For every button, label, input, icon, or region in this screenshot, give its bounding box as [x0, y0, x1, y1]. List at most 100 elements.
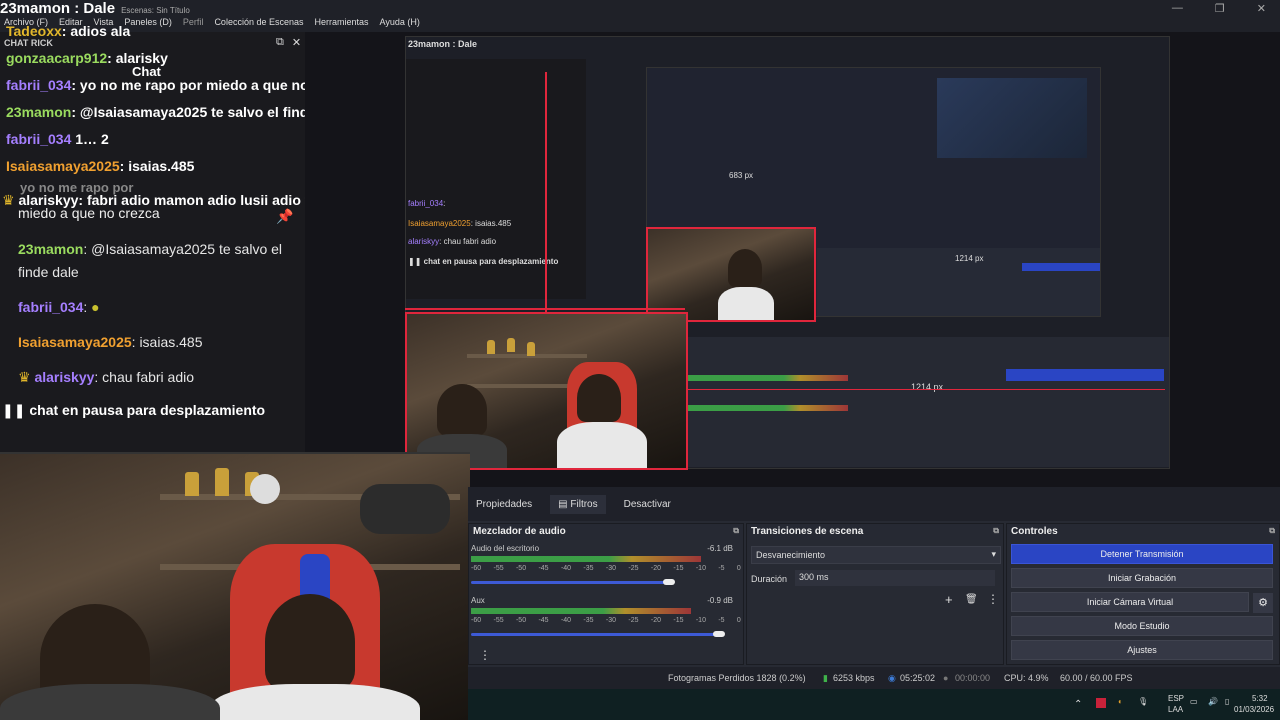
- chevron-down-icon: ▾: [991, 549, 996, 559]
- filters-button[interactable]: ▤ Filtros: [550, 494, 606, 514]
- crown-icon: ♛: [18, 369, 31, 385]
- language-bottom[interactable]: LAA: [1168, 705, 1183, 714]
- guide-line: [685, 389, 1165, 390]
- guide-line: [545, 72, 547, 312]
- audio-meter: [471, 608, 691, 614]
- channel-name: Aux: [471, 596, 485, 605]
- trophy: [487, 340, 495, 354]
- person-shirt: [557, 422, 647, 468]
- obs-docks: Propiedades ▤ Filtros Desactivar Mezclad…: [468, 487, 1280, 667]
- person-head: [728, 249, 762, 287]
- person-head: [577, 374, 621, 422]
- dock-float-icon[interactable]: ⧉: [733, 526, 739, 536]
- person-shirt: [0, 684, 220, 720]
- language-top[interactable]: ESP: [1168, 694, 1184, 703]
- duration-input[interactable]: 300 ms: [795, 570, 995, 586]
- channel-level: -6.1 dB: [707, 544, 733, 553]
- chat-ghost-label: Chat: [132, 64, 161, 79]
- start-virtual-camera-button[interactable]: Iniciar Cámara Virtual: [1011, 592, 1249, 612]
- add-transition-icon[interactable]: +: [945, 592, 953, 607]
- trophy: [507, 338, 515, 352]
- start-recording-button[interactable]: Iniciar Grabación: [1011, 568, 1273, 588]
- person-head: [265, 594, 355, 690]
- transitions-title: Transiciones de escena: [751, 526, 864, 537]
- monitor-icon[interactable]: ▭: [1190, 697, 1198, 706]
- volume-knob[interactable]: [713, 631, 725, 637]
- volume-icon[interactable]: 🔊: [1208, 697, 1218, 706]
- window-controls: — ❐ ✕: [1172, 2, 1266, 15]
- tray-icon[interactable]: ◐: [1118, 697, 1123, 706]
- nested-size-label: 1214 px: [955, 254, 984, 263]
- volume-knob[interactable]: [663, 579, 675, 585]
- minimize-icon[interactable]: —: [1172, 2, 1183, 15]
- gear-icon[interactable]: ⚙: [1253, 593, 1273, 613]
- app-tray-icon[interactable]: [1096, 698, 1106, 708]
- properties-button[interactable]: Propiedades: [468, 495, 540, 514]
- fps: 60.00 / 60.00 FPS: [1060, 673, 1133, 683]
- meter-scale: -60 -55 -50 -45 -40 -35 -30 -25 -20 -15 -10 -5 0: [471, 565, 741, 572]
- nested-meter: [688, 375, 848, 381]
- crown-icon: ♛: [2, 192, 15, 208]
- bitrate: 6253 kbps: [833, 673, 875, 683]
- signal-icon: ▮: [823, 673, 828, 683]
- trophy: [215, 468, 229, 496]
- settings-button[interactable]: Ajustes: [1011, 640, 1273, 660]
- trash-icon[interactable]: 🗑: [965, 594, 978, 605]
- dock-float-icon[interactable]: ⧉: [993, 526, 999, 536]
- studio-mode-button[interactable]: Modo Estudio: [1011, 616, 1273, 636]
- webcam-feed: [0, 452, 470, 720]
- stream-time: 05:25:02: [900, 673, 936, 683]
- clock-time[interactable]: 5:32: [1252, 694, 1268, 703]
- maximize-icon[interactable]: ❐: [1215, 2, 1225, 15]
- volume-slider[interactable]: [471, 633, 721, 636]
- chat-message: 23mamon: @Isaiasamaya2025 te salvo el fi…: [18, 241, 283, 280]
- stream-icon: ◉: [888, 673, 896, 683]
- close-icon[interactable]: ✕: [1257, 2, 1266, 15]
- cpu-usage: CPU: 4.9%: [1004, 673, 1049, 683]
- obs-preview[interactable]: 23mamon : Dale ❚❚ chat en pausa para des…: [305, 32, 1280, 487]
- stop-streaming-button[interactable]: Detener Transmisión: [1011, 544, 1273, 564]
- ball: [250, 474, 280, 504]
- microphone-icon[interactable]: 🎙: [1138, 697, 1148, 706]
- record-time: 00:00:00: [955, 673, 991, 683]
- chat-messages: 23mamon: @Isaiasamaya2025 te salvo el fi…: [18, 238, 303, 401]
- dock-float-icon[interactable]: ⧉: [1269, 526, 1275, 536]
- more-options-icon[interactable]: ⋮: [479, 648, 491, 662]
- nested-chat-line: Isaiasamaya2025: isaias.485: [408, 219, 512, 228]
- volume-slider[interactable]: [471, 581, 671, 584]
- pause-icon: ❚❚: [2, 402, 26, 418]
- nested-dock-area: 1214 px: [686, 337, 1169, 467]
- channel-level: -0.9 dB: [707, 596, 733, 605]
- trophy: [185, 472, 199, 496]
- pin-icon[interactable]: 📌: [276, 208, 293, 225]
- filter-icon: ▤: [558, 498, 568, 510]
- dropped-frames: Fotogramas Perdidos 1828 (0.2%): [668, 673, 806, 683]
- person-shirt: [718, 287, 774, 320]
- more-options-icon[interactable]: ⋮: [987, 592, 999, 606]
- guide-line: [405, 308, 685, 310]
- mixer-channel: Audio del escritorio -6.1 dB: [471, 544, 741, 553]
- controls-title: Controles: [1011, 526, 1058, 537]
- deactivate-button[interactable]: Desactivar: [616, 495, 679, 514]
- transition-select[interactable]: Desvanecimiento ▾: [751, 546, 1001, 564]
- status-bar: Fotogramas Perdidos 1828 (0.2%) ▮ 6253 k…: [468, 667, 1280, 689]
- nested-chat-line: alariskyy: chau fabri adio: [408, 237, 497, 246]
- trophy: [527, 342, 535, 356]
- mixer-channel: Aux -0.9 dB: [471, 596, 741, 605]
- audio-meter: [471, 556, 701, 562]
- nested-thumb: [937, 78, 1087, 158]
- mixer-title: Mezclador de audio: [473, 526, 566, 537]
- clock-date[interactable]: 01/03/2026: [1234, 705, 1274, 714]
- selected-camera-source[interactable]: [405, 312, 688, 470]
- bag: [360, 484, 450, 534]
- nested-small-size-label: 683 px: [729, 171, 754, 180]
- transitions-dock: Transiciones de escena ⧉ Desvanecimiento …: [746, 523, 1004, 665]
- chat-overlay-tail: miedo a que no crezca: [18, 205, 160, 221]
- chat-message: ♛ alariskyy: chau fabri adio: [18, 369, 195, 385]
- battery-icon[interactable]: ▯: [1225, 697, 1229, 706]
- chevron-up-icon[interactable]: ⌃: [1074, 699, 1082, 710]
- nested-chat-line: fabrii_034:: [408, 199, 446, 208]
- emote-icon: ●: [91, 299, 100, 315]
- chat-pause-notice[interactable]: ❚❚ chat en pausa para desplazamiento: [2, 402, 265, 419]
- record-icon: ●: [943, 673, 949, 683]
